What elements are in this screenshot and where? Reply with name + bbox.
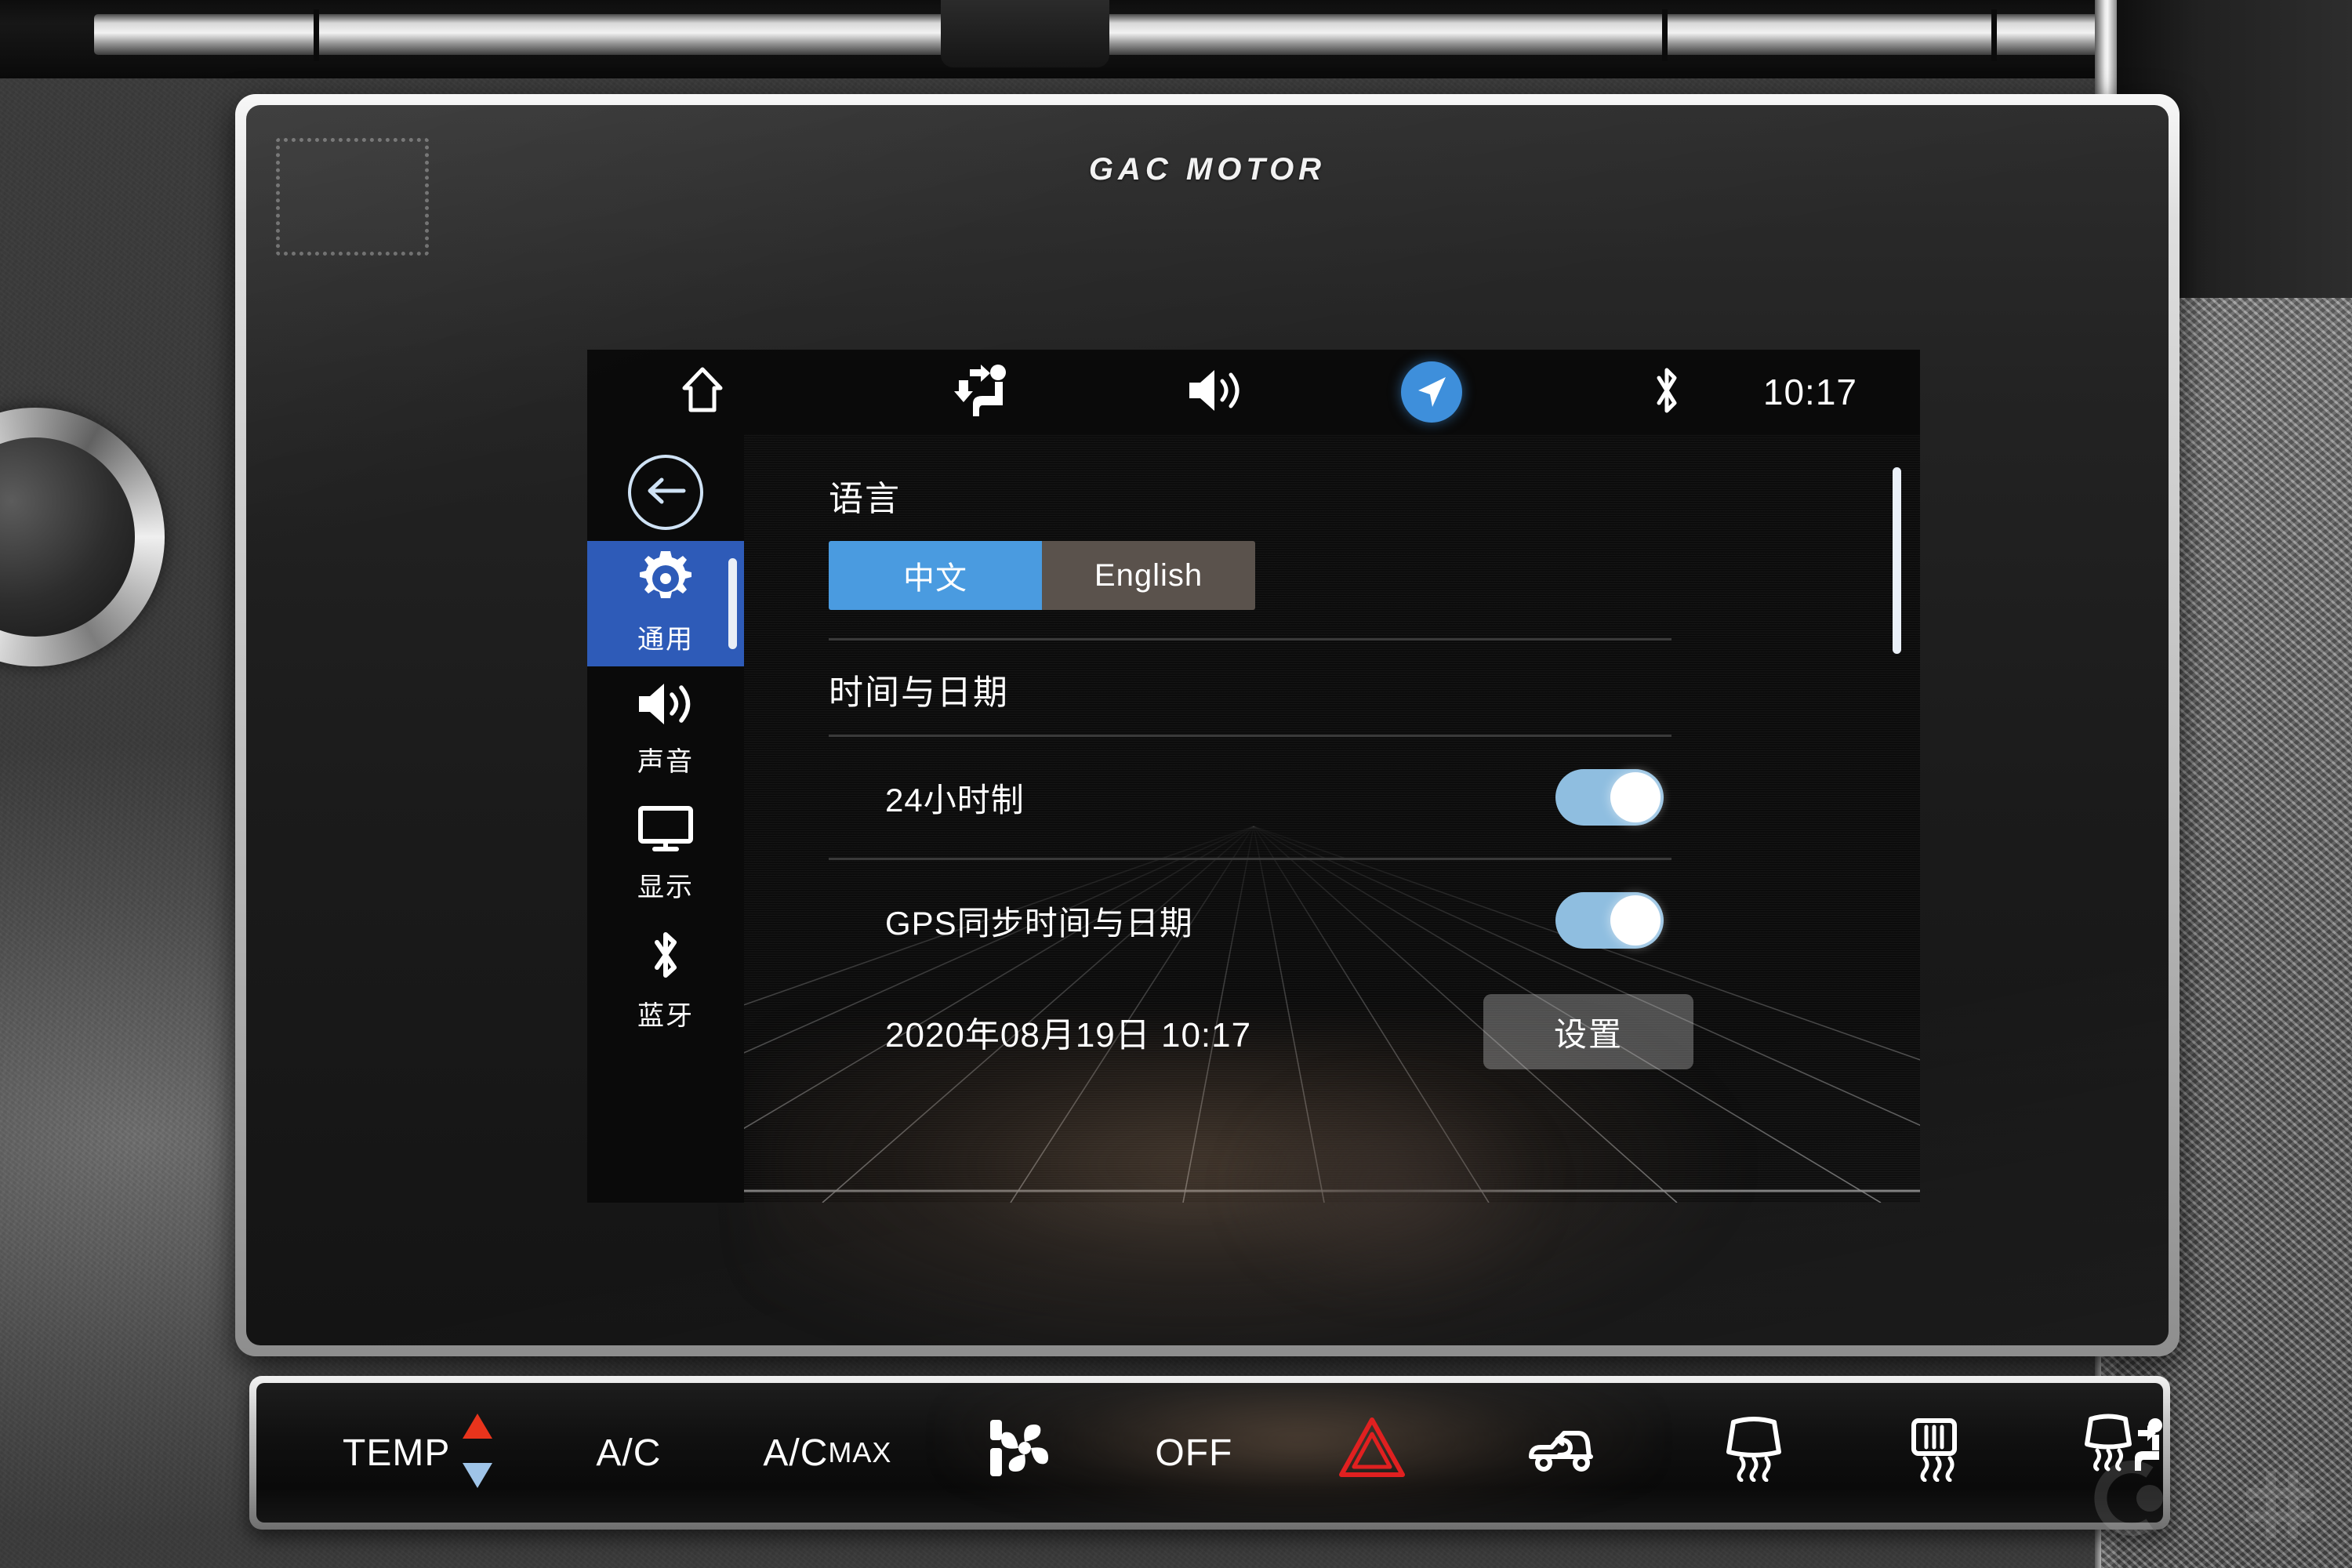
content-scrollbar[interactable] — [1893, 467, 1901, 654]
bluetooth-button[interactable] — [1649, 364, 1685, 421]
section-divider — [829, 638, 1671, 641]
setting-row-24hour[interactable]: 24小时制 — [829, 737, 1671, 858]
navigation-arrow-icon — [1401, 361, 1462, 423]
climate-control-panel: TEMP A/C A/C MAX OFF — [256, 1383, 2163, 1523]
volume-button[interactable] — [1186, 366, 1244, 419]
climate-control-bar: TEMP A/C A/C MAX OFF — [249, 1376, 2170, 1530]
seat-airflow-icon — [954, 363, 1014, 422]
front-defrost-button[interactable] — [1722, 1414, 1785, 1491]
chrome-strip — [94, 14, 2211, 55]
sidebar-item-label: 蓝牙 — [637, 1001, 694, 1031]
sidebar-item-label: 显示 — [637, 873, 694, 902]
acmax-main: A/C — [763, 1432, 829, 1474]
arrow-up-icon[interactable] — [461, 1406, 494, 1450]
air-recirculation-icon — [1523, 1421, 1605, 1485]
toggle-knob — [1610, 772, 1661, 822]
setting-label: GPS同步时间与日期 — [885, 904, 1193, 942]
toggle-24hour[interactable] — [1555, 769, 1664, 826]
auto-defog-icon — [2083, 1413, 2163, 1493]
settings-sidebar: 通用 声音 显示 蓝牙 — [587, 434, 744, 1203]
setting-label: 24小时制 — [885, 781, 1025, 818]
front-defrost-icon — [1722, 1414, 1785, 1491]
hazard-button[interactable] — [1338, 1417, 1406, 1489]
head-unit-face: GAC MOTOR — [246, 105, 2169, 1345]
datetime-section-title: 时间与日期 — [829, 673, 1009, 712]
home-icon — [680, 366, 725, 419]
sidebar-item-bluetooth[interactable]: 蓝牙 — [587, 917, 744, 1043]
settings-content-inner: 语言 中文 English 时间与日期 24小时制 GPS同步时间与日期 202… — [744, 434, 1920, 1203]
navigation-button[interactable] — [1401, 361, 1462, 423]
trim-seam — [314, 9, 319, 61]
volume-icon — [636, 680, 695, 732]
settings-content: 语言 中文 English 时间与日期 24小时制 GPS同步时间与日期 202… — [744, 434, 1920, 1203]
status-bar: 10:17 — [587, 350, 1920, 434]
rear-defrost-button[interactable] — [1903, 1414, 1965, 1491]
windshield-trim — [0, 0, 2352, 78]
sidebar-item-label: 通用 — [637, 625, 694, 655]
auto-defog-button[interactable] — [2083, 1413, 2163, 1493]
head-unit-bezel: GAC MOTOR — [235, 94, 2180, 1356]
back-arrow-icon — [644, 474, 687, 511]
status-clock: 10:17 — [1762, 372, 1857, 412]
sidebar-scroll-indicator[interactable] — [728, 558, 737, 649]
volume-icon — [1186, 366, 1244, 419]
toggle-gps-sync[interactable] — [1555, 892, 1664, 949]
hazard-triangle-icon — [1338, 1417, 1406, 1489]
infotainment-screen[interactable]: 10:17 通用 声音 显示 蓝牙 语言 中文 English 时间与日期 24… — [587, 350, 1920, 1203]
bluetooth-icon — [646, 927, 685, 986]
language-option-chinese[interactable]: 中文 — [829, 541, 1042, 610]
ac-button[interactable]: A/C — [596, 1432, 661, 1475]
setting-row-gps-sync[interactable]: GPS同步时间与日期 — [829, 860, 1671, 981]
gear-icon — [638, 551, 693, 610]
home-button[interactable] — [680, 366, 725, 419]
trim-seam — [1662, 9, 1668, 61]
toggle-knob — [1610, 895, 1661, 946]
datetime-settings-button[interactable]: 设置 — [1483, 994, 1693, 1069]
current-datetime-value: 2020年08月19日 10:17 — [885, 1016, 1252, 1054]
datetime-value-row: 2020年08月19日 10:17 设置 — [829, 981, 1693, 1083]
camera-housing — [941, 0, 1109, 67]
air-recirculation-button[interactable] — [1523, 1421, 1605, 1485]
language-section-title: 语言 — [829, 480, 901, 518]
sidebar-item-display[interactable]: 显示 — [587, 792, 744, 917]
climate-off-button[interactable]: OFF — [1155, 1432, 1232, 1475]
acmax-sub: MAX — [828, 1436, 892, 1468]
fan-icon — [985, 1418, 1053, 1487]
arrow-down-icon[interactable] — [461, 1456, 494, 1499]
temp-control[interactable]: TEMP — [343, 1406, 494, 1499]
air-direction-button[interactable] — [954, 363, 1014, 422]
sidebar-item-general[interactable]: 通用 — [587, 541, 744, 666]
bluetooth-icon — [1649, 364, 1685, 421]
sidebar-item-sound[interactable]: 声音 — [587, 666, 744, 792]
language-option-english[interactable]: English — [1042, 541, 1255, 610]
trim-seam — [1991, 9, 1997, 61]
sidebar-item-label: 声音 — [637, 747, 694, 777]
temp-arrows[interactable] — [461, 1406, 494, 1499]
ac-max-button[interactable]: A/C MAX — [763, 1432, 891, 1475]
back-button[interactable] — [628, 455, 703, 530]
rear-defrost-icon — [1903, 1414, 1965, 1491]
language-segmented-control[interactable]: 中文 English — [829, 541, 1255, 610]
temp-label: TEMP — [343, 1432, 451, 1474]
car-interior-scene: GAC MOTOR — [0, 0, 2352, 1568]
monitor-icon — [637, 805, 694, 858]
fan-button[interactable] — [985, 1418, 1053, 1487]
